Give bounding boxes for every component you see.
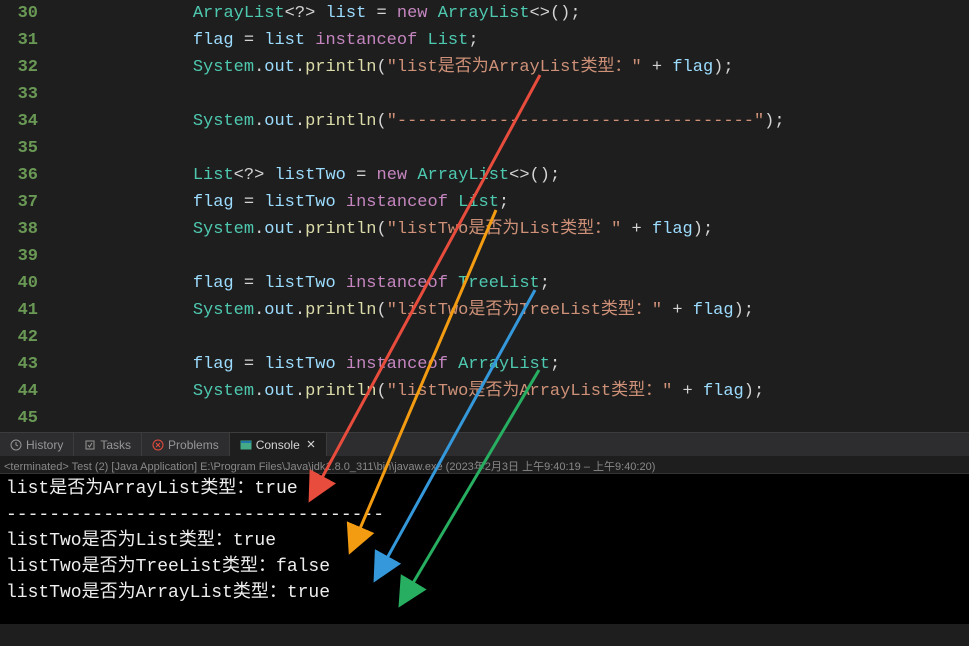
code-line[interactable]: 32 System.out.println("list是否为ArrayList类… [0, 54, 969, 81]
code-line[interactable]: 34 System.out.println("-----------------… [0, 108, 969, 135]
console-header-text: <terminated> Test (2) [Java Application]… [4, 461, 655, 473]
line-number: 45 [0, 405, 50, 432]
console-line: listTwo是否为List类型：true [6, 528, 963, 554]
line-number: 43 [0, 351, 50, 378]
panel-tabs: History Tasks Problems Console [0, 432, 969, 456]
console-icon [240, 439, 252, 451]
tasks-icon [84, 439, 96, 451]
line-number: 42 [0, 324, 50, 351]
console-tab[interactable]: Console [230, 433, 327, 456]
code-line[interactable]: 39 [0, 243, 969, 270]
console-output[interactable]: list是否为ArrayList类型：true-----------------… [0, 474, 969, 624]
code-content: ArrayList<?> list = new ArrayList<>(); [50, 0, 581, 27]
code-content: System.out.println("--------------------… [50, 108, 785, 135]
problems-tab-label: Problems [168, 438, 219, 452]
line-number: 36 [0, 162, 50, 189]
code-content [50, 324, 111, 351]
line-number: 41 [0, 297, 50, 324]
line-number: 39 [0, 243, 50, 270]
console-line: listTwo是否为ArrayList类型：true [6, 580, 963, 606]
history-icon [10, 439, 22, 451]
problems-icon [152, 439, 164, 451]
code-line[interactable]: 38 System.out.println("listTwo是否为List类型：… [0, 216, 969, 243]
code-line[interactable]: 43 flag = listTwo instanceof ArrayList; [0, 351, 969, 378]
line-number: 44 [0, 378, 50, 405]
close-icon[interactable] [306, 438, 316, 452]
code-content: System.out.println("listTwo是否为ArrayList类… [50, 378, 764, 405]
code-content: flag = list instanceof List; [50, 27, 479, 54]
line-number: 31 [0, 27, 50, 54]
line-number: 34 [0, 108, 50, 135]
line-number: 30 [0, 0, 50, 27]
line-number: 37 [0, 189, 50, 216]
code-content [50, 405, 111, 432]
code-content: List<?> listTwo = new ArrayList<>(); [50, 162, 560, 189]
code-content [50, 243, 111, 270]
code-line[interactable]: 41 System.out.println("listTwo是否为TreeLis… [0, 297, 969, 324]
line-number: 33 [0, 81, 50, 108]
code-content: System.out.println("listTwo是否为List类型：" +… [50, 216, 713, 243]
code-line[interactable]: 33 [0, 81, 969, 108]
code-line[interactable]: 36 List<?> listTwo = new ArrayList<>(); [0, 162, 969, 189]
code-content: flag = listTwo instanceof ArrayList; [50, 351, 560, 378]
code-line[interactable]: 35 [0, 135, 969, 162]
code-line[interactable]: 45 [0, 405, 969, 432]
line-number: 40 [0, 270, 50, 297]
history-tab[interactable]: History [0, 433, 74, 456]
code-content [50, 135, 111, 162]
code-line[interactable]: 31 flag = list instanceof List; [0, 27, 969, 54]
console-line: ----------------------------------- [6, 502, 963, 528]
code-content [50, 81, 111, 108]
code-content: System.out.println("listTwo是否为TreeList类型… [50, 297, 754, 324]
tasks-tab-label: Tasks [100, 438, 131, 452]
tasks-tab[interactable]: Tasks [74, 433, 142, 456]
code-content: flag = listTwo instanceof TreeList; [50, 270, 550, 297]
code-content: System.out.println("list是否为ArrayList类型："… [50, 54, 734, 81]
code-content: flag = listTwo instanceof List; [50, 189, 509, 216]
console-header: <terminated> Test (2) [Java Application]… [0, 456, 969, 474]
code-line[interactable]: 37 flag = listTwo instanceof List; [0, 189, 969, 216]
console-line: listTwo是否为TreeList类型：false [6, 554, 963, 580]
code-line[interactable]: 44 System.out.println("listTwo是否为ArrayLi… [0, 378, 969, 405]
code-line[interactable]: 40 flag = listTwo instanceof TreeList; [0, 270, 969, 297]
code-line[interactable]: 30 ArrayList<?> list = new ArrayList<>()… [0, 0, 969, 27]
console-line: list是否为ArrayList类型：true [6, 476, 963, 502]
line-number: 38 [0, 216, 50, 243]
problems-tab[interactable]: Problems [142, 433, 230, 456]
history-tab-label: History [26, 438, 63, 452]
code-editor[interactable]: 30 ArrayList<?> list = new ArrayList<>()… [0, 0, 969, 432]
code-line[interactable]: 42 [0, 324, 969, 351]
line-number: 35 [0, 135, 50, 162]
line-number: 32 [0, 54, 50, 81]
console-tab-label: Console [256, 438, 300, 452]
